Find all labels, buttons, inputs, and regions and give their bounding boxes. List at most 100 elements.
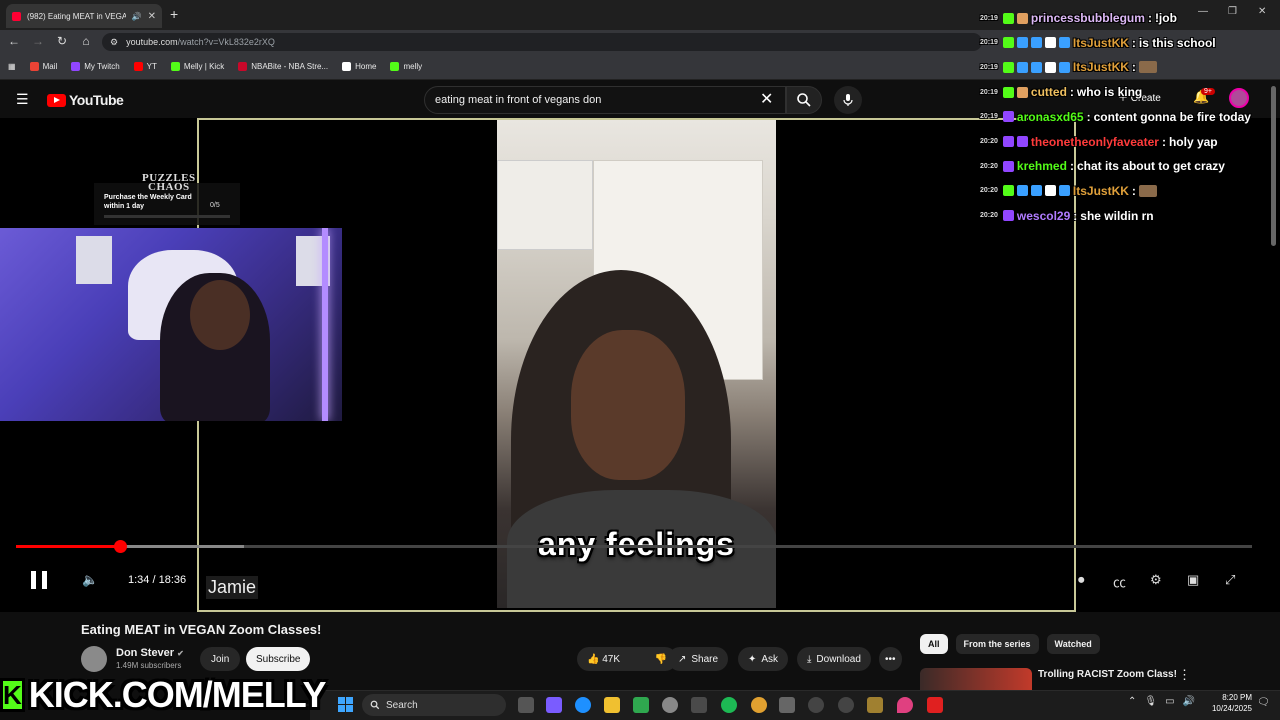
site-info-icon[interactable]: ⚙ — [110, 37, 118, 48]
subscribe-button[interactable]: Subscribe — [246, 647, 311, 671]
download-button[interactable]: ⤓ Download — [797, 647, 871, 671]
chatgpt-icon[interactable] — [662, 697, 678, 713]
bookmark-melly[interactable]: melly — [390, 62, 422, 71]
browser-tab[interactable]: (982) Eating MEAT in VEGAN 🔊 ✕ — [6, 4, 162, 28]
store-icon[interactable] — [691, 697, 707, 713]
obs-icon[interactable] — [927, 697, 943, 713]
bookmark-nbabite[interactable]: NBABite - NBA Stre... — [238, 62, 328, 71]
chat-separator: : — [1069, 85, 1074, 100]
file-explorer-icon[interactable] — [604, 697, 620, 713]
account-avatar[interactable] — [1229, 88, 1249, 108]
speaker-icon[interactable]: 🔊 — [1183, 696, 1195, 707]
wall-poster — [76, 236, 112, 284]
system-tray[interactable]: ⌃ 🎙 ▭ 🔊 — [1128, 696, 1195, 707]
spotify-icon[interactable] — [721, 697, 737, 713]
chat-username[interactable]: wescol29 — [1017, 209, 1070, 223]
more-actions-button[interactable]: ••• — [879, 647, 902, 671]
chat-badge-icon — [1016, 185, 1028, 197]
chat-username[interactable]: ItsJustKK — [1073, 184, 1129, 198]
captions-icon[interactable]: ㏄ — [1113, 572, 1126, 591]
taskbar-search[interactable]: Search — [362, 694, 506, 716]
miniplayer-icon[interactable]: ▣ — [1187, 572, 1199, 588]
chat-separator: : — [1086, 109, 1091, 124]
chat-username[interactable]: aronasxd65 — [1017, 110, 1084, 124]
chip-all[interactable]: All — [920, 634, 948, 654]
settings-gear-icon[interactable]: ⚙ — [1150, 572, 1162, 588]
reload-icon[interactable]: ↻ — [54, 34, 70, 48]
voice-search-button[interactable] — [834, 86, 862, 114]
app-icon[interactable] — [867, 697, 883, 713]
copilot-icon[interactable] — [546, 697, 562, 713]
close-window-button[interactable]: ✕ — [1258, 6, 1266, 17]
taskbar-clock[interactable]: 8:20 PM 10/24/2025 — [1206, 692, 1252, 714]
bookmark-mail[interactable]: Mail — [29, 62, 57, 71]
recommended-thumbnail[interactable] — [920, 668, 1032, 690]
chat-username[interactable]: krehmed — [1017, 159, 1067, 173]
chat-message: 20:20 ItsJustKK : — [980, 181, 1157, 201]
chat-username[interactable]: ItsJustKK — [1073, 36, 1129, 50]
youtube-icon — [133, 62, 143, 71]
tab-audio-icon[interactable]: 🔊 — [132, 12, 142, 21]
chat-username[interactable]: cutted — [1031, 85, 1067, 99]
tab-close-icon[interactable]: ✕ — [148, 11, 156, 22]
network-icon[interactable]: ▭ — [1165, 696, 1174, 707]
chat-username[interactable]: princessbubblegum — [1031, 11, 1145, 25]
bookmark-kick[interactable]: Melly | Kick — [170, 62, 224, 71]
chrome-icon[interactable] — [751, 697, 767, 713]
clear-search-icon[interactable]: ✕ — [760, 89, 773, 109]
chat-scrollbar[interactable] — [1271, 86, 1276, 246]
back-arrow-icon[interactable]: ← — [6, 34, 22, 48]
bookmark-yt[interactable]: YT — [133, 62, 157, 71]
like-button[interactable]: 👍 47K — [587, 654, 620, 665]
channel-avatar[interactable] — [81, 646, 107, 672]
url-field[interactable]: ⚙ youtube.com/watch?v=VkL832e2rXQ — [102, 33, 982, 51]
streamer-head — [190, 280, 250, 350]
search-button[interactable] — [786, 86, 822, 114]
pin-app-icon[interactable] — [897, 697, 913, 713]
new-tab-button[interactable]: + — [170, 6, 178, 22]
xbox-icon[interactable] — [633, 697, 649, 713]
autoplay-toggle[interactable]: ⏺ — [1078, 572, 1085, 588]
pause-icon — [42, 571, 47, 589]
tray-expand-icon[interactable]: ⌃ — [1128, 696, 1136, 707]
app-icon[interactable] — [838, 697, 854, 713]
share-button[interactable]: ↗ Share — [668, 647, 729, 671]
chat-username[interactable]: theonetheonlyfaveater — [1031, 135, 1159, 149]
notification-center-icon[interactable]: 🗨 — [1257, 697, 1270, 708]
media-player-icon[interactable] — [808, 697, 824, 713]
recommended-more-icon[interactable]: ⋮ — [1178, 667, 1191, 683]
channel-name[interactable]: Don Stever ✔ — [116, 647, 184, 659]
app-icon[interactable] — [779, 697, 795, 713]
join-button[interactable]: Join — [200, 647, 241, 671]
chat-badge-icon — [1002, 86, 1014, 98]
home-icon[interactable]: ⌂ — [78, 34, 94, 48]
bookmark-home[interactable]: Home — [342, 62, 376, 71]
youtube-logo[interactable]: YouTube — [47, 92, 124, 108]
chat-text: is this school — [1138, 35, 1216, 50]
minimize-button[interactable]: — — [1198, 6, 1208, 17]
bookmark-twitch[interactable]: My Twitch — [71, 62, 120, 71]
recommended-title[interactable]: Trolling RACIST Zoom Class! — [1038, 669, 1177, 680]
share-icon: ↗ — [678, 653, 687, 665]
progress-scrubber[interactable] — [114, 540, 127, 553]
chip-from-series[interactable]: From the series — [955, 634, 1039, 654]
microphone-icon[interactable]: 🎙 — [1144, 696, 1157, 707]
maximize-button[interactable]: ❐ — [1228, 6, 1237, 17]
ask-button[interactable]: ✦ Ask — [738, 647, 789, 671]
chat-text: holy yap — [1168, 134, 1218, 149]
pause-button[interactable] — [31, 571, 49, 589]
volume-icon[interactable]: 🔈 — [82, 572, 98, 588]
chat-emote-icon — [1138, 184, 1157, 197]
task-view-icon[interactable] — [518, 697, 534, 713]
search-input[interactable]: eating meat in front of vegans don — [424, 86, 786, 114]
chat-username[interactable]: ItsJustKK — [1073, 60, 1129, 74]
apps-grid-icon[interactable]: ▦ — [8, 62, 16, 71]
thumbs-down-icon[interactable]: 👎 — [655, 654, 667, 665]
forward-arrow-icon[interactable]: → — [30, 34, 46, 48]
chat-badge-icon — [1016, 136, 1028, 147]
fullscreen-icon[interactable]: ⤢ — [1225, 572, 1235, 588]
edge-icon[interactable] — [575, 697, 591, 713]
chip-watched[interactable]: Watched — [1046, 634, 1100, 654]
windows-start-icon[interactable] — [338, 697, 353, 712]
hamburger-menu-icon[interactable]: ☰ — [16, 91, 29, 108]
